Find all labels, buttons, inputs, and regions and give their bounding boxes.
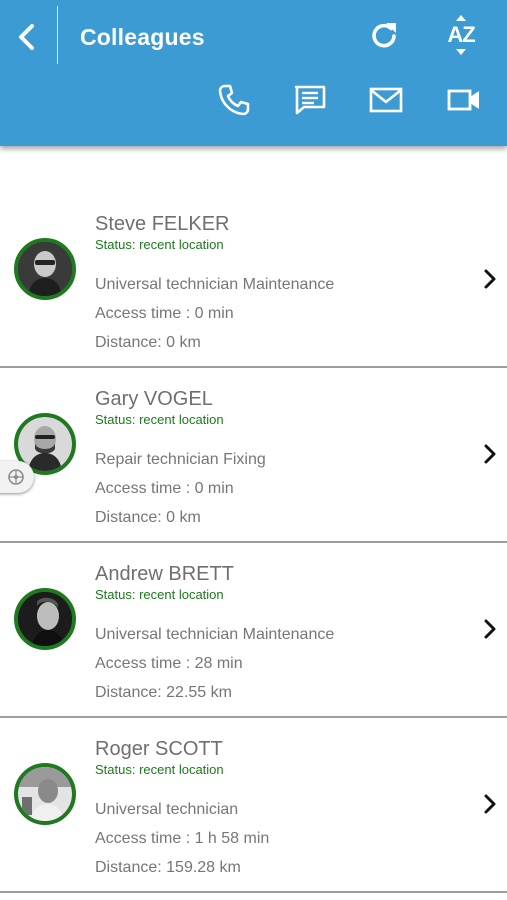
chevron-right-icon[interactable] — [478, 615, 502, 643]
colleague-access-time: Access time : 0 min — [95, 305, 234, 322]
drag-handle-icon — [8, 469, 24, 485]
chevron-right-icon[interactable] — [478, 790, 502, 818]
colleague-name: Gary VOGEL — [95, 388, 213, 410]
colleague-role: Universal technician — [95, 801, 239, 818]
colleague-list: Steve FELKER Status: recent location Uni… — [0, 193, 507, 893]
chat-icon — [294, 85, 326, 115]
message-button[interactable] — [288, 78, 332, 122]
colleague-role: Universal technician Maintenance — [95, 626, 335, 643]
colleague-access-time: Access time : 28 min — [95, 655, 243, 672]
chevron-right-icon[interactable] — [478, 265, 502, 293]
back-button[interactable] — [10, 18, 44, 56]
chevron-right-icon[interactable] — [478, 440, 502, 468]
video-call-button[interactable] — [441, 78, 487, 122]
sort-az-label: AZ — [447, 22, 475, 47]
colleague-status: Status: recent location — [95, 237, 224, 252]
phone-icon — [218, 84, 250, 116]
colleague-distance: Distance: 159.28 km — [95, 859, 241, 876]
colleague-status: Status: recent location — [95, 587, 224, 602]
colleague-row[interactable]: Andrew BRETT Status: recent location Uni… — [0, 543, 507, 718]
colleague-distance: Distance: 0 km — [95, 334, 201, 351]
colleague-name: Roger SCOTT — [95, 738, 223, 760]
colleague-access-time: Access time : 0 min — [95, 480, 234, 497]
call-button[interactable] — [212, 78, 256, 122]
colleague-status: Status: recent location — [95, 412, 224, 427]
colleague-role: Repair technician Fixing — [95, 451, 266, 468]
colleague-distance: Distance: 0 km — [95, 509, 201, 526]
back-icon — [19, 24, 34, 50]
sort-az-button[interactable]: AZ — [438, 12, 484, 58]
colleague-name: Steve FELKER — [95, 213, 230, 235]
colleague-role: Universal technician Maintenance — [95, 276, 335, 293]
email-button[interactable] — [364, 78, 408, 122]
colleague-row[interactable]: Gary VOGEL Status: recent location Repai… — [0, 368, 507, 543]
colleague-status: Status: recent location — [95, 762, 224, 777]
colleague-distance: Distance: 22.55 km — [95, 684, 232, 701]
header-divider — [57, 6, 58, 64]
mail-icon — [369, 87, 403, 113]
colleague-access-time: Access time : 1 h 58 min — [95, 830, 270, 847]
avatar — [14, 763, 76, 825]
avatar — [14, 238, 76, 300]
page-title: Colleagues — [80, 24, 205, 50]
video-icon — [447, 89, 479, 111]
colleague-row[interactable]: Roger SCOTT Status: recent location Univ… — [0, 718, 507, 893]
avatar — [14, 588, 76, 650]
colleague-name: Andrew BRETT — [95, 563, 234, 585]
app-header: Colleagues AZ — [0, 0, 507, 146]
refresh-icon — [372, 23, 396, 48]
side-panel-handle[interactable] — [0, 461, 34, 493]
colleague-row[interactable]: Steve FELKER Status: recent location Uni… — [0, 193, 507, 368]
refresh-button[interactable] — [362, 14, 406, 58]
